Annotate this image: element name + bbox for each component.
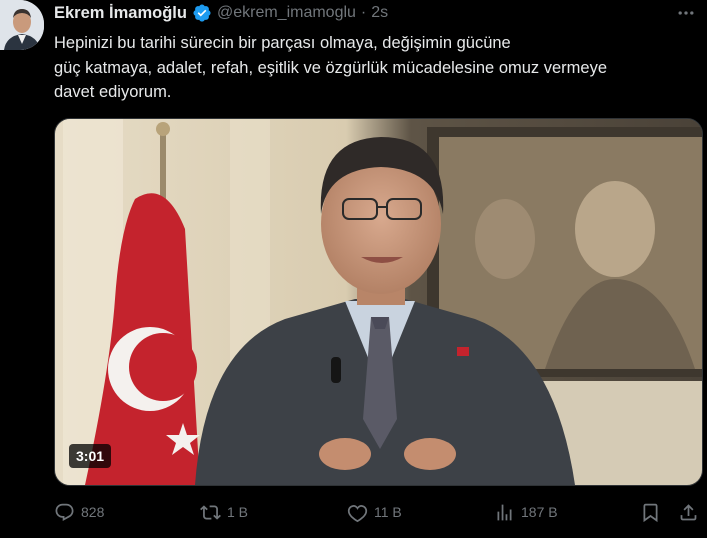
author-name[interactable]: Ekrem İmamoğlu <box>54 4 187 23</box>
bookmark-icon <box>643 503 658 522</box>
video-thumbnail <box>55 119 702 485</box>
reply-button[interactable]: 828 <box>54 497 104 527</box>
tweet-timestamp[interactable]: 2s <box>371 4 388 22</box>
tweet-header: Ekrem İmamoğlu @ekrem_imamoglu · 2s <box>54 3 388 23</box>
separator-dot: · <box>360 4 367 21</box>
like-button[interactable]: 11 B <box>347 497 402 527</box>
share-icon <box>680 503 697 520</box>
reply-count: 828 <box>81 504 105 520</box>
heart-icon <box>347 504 368 522</box>
tweet-text: Hepinizi bu tarihi sürecin bir parçası o… <box>54 31 654 105</box>
repost-count: 1 B <box>227 504 249 520</box>
views-icon <box>497 504 512 520</box>
video-duration: 3:01 <box>69 444 112 468</box>
tweet-text-line: güç katmaya, adalet, refah, eşitlik ve ö… <box>54 58 608 77</box>
repost-button[interactable]: 1 B <box>200 497 248 527</box>
share-button[interactable] <box>678 497 699 527</box>
views-count: 187 B <box>521 504 558 520</box>
more-icon[interactable] <box>673 4 699 22</box>
repost-icon <box>200 504 221 520</box>
views-button[interactable]: 187 B <box>494 497 558 527</box>
tweet-text-line: davet ediyorum. <box>54 83 172 101</box>
bookmark-button[interactable] <box>640 497 661 527</box>
author-handle[interactable]: @ekrem_imamoglu <box>217 4 356 22</box>
reply-icon <box>55 503 74 521</box>
avatar[interactable] <box>0 0 44 50</box>
avatar-image <box>0 0 44 50</box>
tweet-text-line: Hepinizi bu tarihi sürecin bir parçası o… <box>54 34 511 52</box>
verified-badge-icon[interactable] <box>192 3 212 23</box>
tweet-actions: 828 1 B 11 B 187 B <box>54 497 704 527</box>
like-count: 11 B <box>374 504 402 520</box>
video-player[interactable]: 3:01 <box>54 118 703 486</box>
